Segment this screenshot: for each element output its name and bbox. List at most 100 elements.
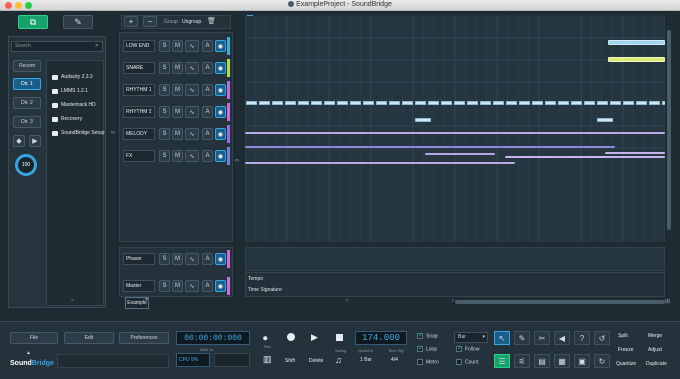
- automation-curve-button[interactable]: ∿: [185, 128, 199, 140]
- close-tab-icon[interactable]: ×: [145, 297, 148, 303]
- loop-checkbox[interactable]: Loop: [417, 345, 437, 352]
- clip[interactable]: [532, 101, 543, 105]
- file-menu-button[interactable]: File: [10, 332, 58, 344]
- bus-header[interactable]: Phaser S M ∿ A ◉: [121, 250, 230, 268]
- track-header[interactable]: MELODY S M ∿ A ◉: [121, 125, 230, 143]
- file-item[interactable]: LMMS 1.2.1: [52, 86, 88, 96]
- freeze-button[interactable]: Freeze: [618, 347, 634, 353]
- clip[interactable]: [415, 118, 431, 122]
- clip[interactable]: [363, 101, 374, 105]
- time-display[interactable]: 00:00:00:000: [176, 331, 250, 345]
- mute-button[interactable]: M: [172, 40, 183, 52]
- automation-curve-button[interactable]: ∿: [185, 40, 199, 52]
- ungroup-button[interactable]: Ungroup: [182, 19, 201, 25]
- automation-curve-button[interactable]: ∿: [185, 150, 199, 162]
- track-name-field[interactable]: RHYTHM 1: [123, 84, 155, 96]
- clip[interactable]: [623, 101, 634, 105]
- mute-button[interactable]: M: [172, 150, 183, 162]
- monitor-button[interactable]: ◉: [215, 62, 226, 74]
- track-header[interactable]: RHYTHM 1 S M ∿ A ◉: [121, 81, 230, 99]
- clip[interactable]: [285, 101, 296, 105]
- clip[interactable]: [506, 101, 517, 105]
- clip[interactable]: [597, 101, 608, 105]
- clip[interactable]: [505, 156, 665, 158]
- delete-track-button[interactable]: 🗑: [207, 17, 216, 25]
- automation-button[interactable]: A: [202, 280, 213, 292]
- scroll-down-icon[interactable]: ⌄: [70, 296, 75, 303]
- clip[interactable]: [350, 101, 361, 105]
- add-track-button[interactable]: +: [124, 16, 138, 27]
- clip[interactable]: [245, 162, 515, 164]
- bus-name-field[interactable]: Phaser: [123, 253, 155, 265]
- nav-dir3-button[interactable]: Dir. 3: [13, 116, 41, 128]
- clip[interactable]: [324, 101, 335, 105]
- horizontal-scroll-thumb[interactable]: [455, 300, 665, 304]
- scroll-left-icon[interactable]: ‹: [346, 298, 348, 304]
- clip[interactable]: [480, 101, 491, 105]
- clip[interactable]: [245, 132, 665, 134]
- device-view-button[interactable]: ▣: [574, 354, 590, 368]
- track-name-field[interactable]: FX: [123, 150, 155, 162]
- help-button[interactable]: ?: [574, 331, 590, 345]
- clip[interactable]: [246, 101, 257, 105]
- clip[interactable]: [605, 152, 665, 154]
- automation-curve-button[interactable]: ∿: [185, 84, 199, 96]
- delete-button[interactable]: Delete: [309, 358, 323, 364]
- tempo-display[interactable]: 174.000: [355, 331, 407, 345]
- track-name-field[interactable]: MELODY: [123, 128, 155, 140]
- clip[interactable]: [389, 101, 400, 105]
- track-name-field[interactable]: RHYTHM 2: [123, 106, 155, 118]
- edit-menu-button[interactable]: Edit: [64, 332, 114, 344]
- quantize-button[interactable]: Quantize: [616, 361, 636, 367]
- clip[interactable]: [402, 101, 413, 105]
- browser-toggle-button[interactable]: ⧉: [18, 15, 48, 29]
- mute-tool-button[interactable]: ◀: [554, 331, 570, 345]
- record-button[interactable]: ⏺: [263, 333, 268, 344]
- solo-button[interactable]: S: [159, 150, 170, 162]
- bus-header[interactable]: Master S M ∿ A ◉: [121, 277, 230, 295]
- monitor-button[interactable]: ◉: [215, 253, 226, 265]
- track-header[interactable]: SNARE S M ∿ A ◉: [121, 59, 230, 77]
- track-header[interactable]: LOW END S M ∿ A ◉: [121, 37, 230, 55]
- clip[interactable]: [608, 40, 665, 45]
- monitor-button[interactable]: ◉: [215, 40, 226, 52]
- merge-button[interactable]: Merge: [648, 333, 662, 339]
- automation-curve-button[interactable]: ∿: [185, 253, 199, 265]
- master-automation-lane[interactable]: [245, 272, 665, 297]
- track-header[interactable]: FX S M ∿ A ◉: [121, 147, 230, 165]
- solo-button[interactable]: S: [159, 280, 170, 292]
- automation-button[interactable]: A: [202, 128, 213, 140]
- plugins-toggle-button[interactable]: ✎: [63, 15, 93, 29]
- mute-button[interactable]: M: [172, 62, 183, 74]
- clip[interactable]: [610, 101, 621, 105]
- clip[interactable]: [558, 101, 569, 105]
- track-header[interactable]: RHYTHM 2 S M ∿ A ◉: [121, 103, 230, 121]
- remove-track-button[interactable]: −: [143, 16, 157, 27]
- duplicate-button[interactable]: Duplicate: [646, 361, 667, 367]
- automation-button[interactable]: A: [202, 62, 213, 74]
- mixer-button[interactable]: ▥: [263, 354, 272, 365]
- nav-dir2-button[interactable]: Dir. 2: [13, 97, 41, 109]
- follow-checkbox[interactable]: Follow: [456, 345, 479, 352]
- clip[interactable]: [597, 118, 613, 122]
- preferences-button[interactable]: Preferences: [119, 332, 169, 344]
- play-preview-button[interactable]: ▶: [29, 135, 41, 147]
- swing-button[interactable]: ♫: [335, 355, 342, 365]
- clip[interactable]: [272, 101, 283, 105]
- solo-button[interactable]: S: [159, 106, 170, 118]
- mute-button[interactable]: M: [172, 280, 183, 292]
- clip[interactable]: [662, 101, 665, 105]
- undo-button[interactable]: ↺: [594, 331, 610, 345]
- preview-volume-knob[interactable]: 100: [15, 154, 37, 176]
- split-button[interactable]: Split: [618, 333, 628, 339]
- automation-curve-button[interactable]: ∿: [185, 62, 199, 74]
- search-input[interactable]: Search ✕: [11, 41, 103, 52]
- automation-button[interactable]: A: [202, 106, 213, 118]
- clip[interactable]: [545, 101, 556, 105]
- mute-button[interactable]: M: [172, 253, 183, 265]
- clip[interactable]: [454, 101, 465, 105]
- monitor-button[interactable]: ◉: [215, 106, 226, 118]
- clip[interactable]: [376, 101, 387, 105]
- resize-tracks-handle[interactable]: ‹›: [235, 158, 239, 164]
- phaser-lane[interactable]: [245, 247, 665, 271]
